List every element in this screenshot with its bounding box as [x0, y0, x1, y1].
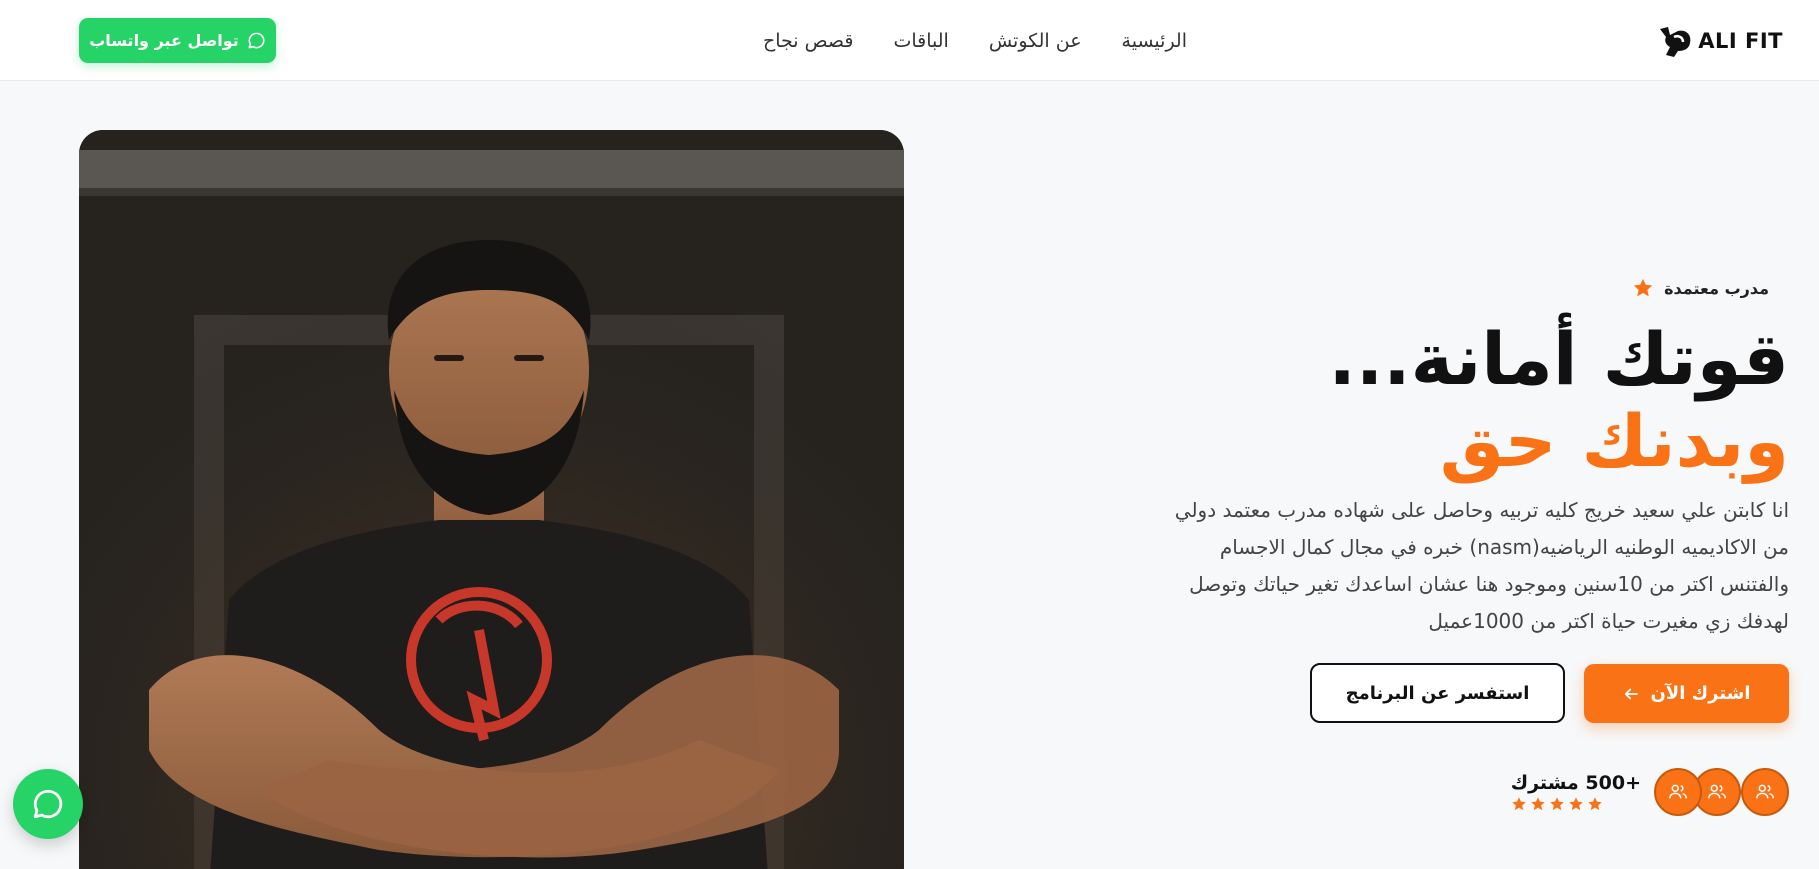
subscriber-avatars	[1654, 768, 1789, 816]
logo-text: ALI FIT	[1698, 29, 1783, 53]
avatar	[1741, 768, 1789, 816]
nav-item-packages[interactable]: الباقات	[893, 30, 948, 52]
nav-item-home[interactable]: الرئيسية	[1122, 30, 1187, 52]
users-icon	[1669, 784, 1687, 799]
star-icon	[1569, 797, 1583, 811]
nav-item-about-coach[interactable]: عن الكوتش	[989, 30, 1082, 52]
coach-photo	[79, 130, 904, 869]
subscribers-summary: +500 مشترك	[1511, 768, 1789, 816]
brand-logo[interactable]: ALI FIT	[1656, 20, 1783, 62]
arrow-left-icon	[1625, 688, 1639, 699]
main-nav: الرئيسية عن الكوتش الباقات قصص نجاح	[763, 0, 1187, 81]
whatsapp-icon	[33, 789, 63, 819]
whatsapp-icon	[248, 32, 265, 49]
star-icon	[1550, 797, 1564, 811]
floating-whatsapp-button[interactable]	[13, 769, 83, 839]
whatsapp-contact-label: تواصل عبر واتساب	[89, 31, 239, 50]
subscribers-count: +500 مشترك	[1510, 772, 1641, 794]
avatar	[1654, 768, 1702, 816]
inquire-program-button[interactable]: استفسر عن البرنامج	[1310, 663, 1565, 723]
star-icon	[1512, 797, 1526, 811]
inquire-program-label: استفسر عن البرنامج	[1345, 682, 1530, 704]
hero-description: انا كابتن علي سعيد خريج كليه تربيه وحاصل…	[1174, 498, 1789, 633]
hero-title-line2: وبدنك حق	[1439, 399, 1789, 483]
subscribers-info: +500 مشترك	[1511, 772, 1641, 812]
star-icon	[1531, 797, 1545, 811]
users-icon	[1708, 784, 1726, 799]
hero-title-line1: قوتك أمانة...	[1328, 317, 1789, 401]
users-icon	[1756, 784, 1774, 799]
star-icon	[1633, 278, 1653, 297]
certified-badge: مدرب معتمدة	[1632, 277, 1769, 299]
certified-badge-label: مدرب معتمدة	[1664, 278, 1769, 298]
site-header: ALI FIT الرئيسية عن الكوتش الباقات قصص ن…	[0, 0, 1819, 81]
flexed-arm-logo-icon	[1660, 27, 1691, 57]
whatsapp-contact-button[interactable]: تواصل عبر واتساب	[79, 18, 276, 63]
subscribe-now-button[interactable]: اشترك الآن	[1584, 664, 1789, 723]
nav-item-success-stories[interactable]: قصص نجاح	[763, 30, 853, 52]
star-icon	[1588, 797, 1602, 811]
coach-illustration	[79, 130, 904, 869]
rating-stars	[1511, 796, 1603, 812]
subscribe-now-label: اشترك الآن	[1650, 683, 1751, 704]
